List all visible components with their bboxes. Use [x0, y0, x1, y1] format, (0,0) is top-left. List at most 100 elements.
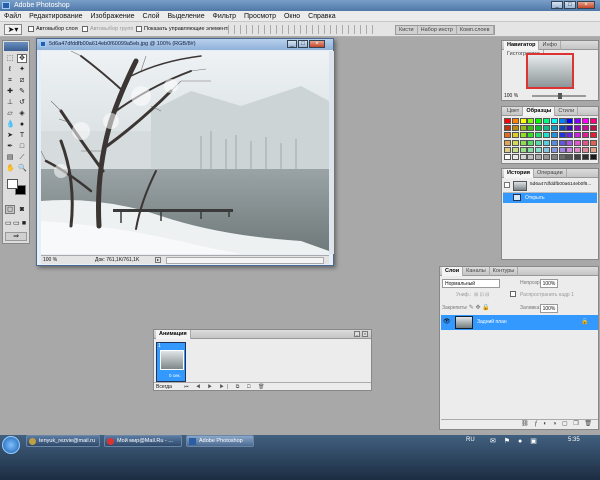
tab-navigator[interactable]: Навигатор: [504, 41, 540, 50]
color-swatch[interactable]: [504, 154, 511, 160]
color-swatch[interactable]: [511, 154, 519, 160]
tab-color[interactable]: Цвет: [504, 107, 524, 116]
color-swatch[interactable]: [589, 146, 597, 153]
color-swatch[interactable]: [550, 139, 558, 146]
color-swatch[interactable]: [519, 118, 527, 124]
hand-tool-icon[interactable]: ✋: [5, 164, 15, 173]
color-swatch[interactable]: [566, 139, 574, 146]
tray-icons[interactable]: ✉ ⚑ ● ▣: [490, 437, 540, 445]
pen-tool-icon[interactable]: ✒: [5, 142, 15, 151]
color-swatch[interactable]: [511, 139, 519, 146]
color-swatch[interactable]: [582, 118, 589, 124]
maximize-button[interactable]: □: [564, 1, 576, 9]
tab-paths[interactable]: Контуры: [490, 267, 519, 276]
color-swatch[interactable]: [589, 132, 597, 139]
history-snapshot[interactable]: 5d6a47dfddfb00a614eb0f6...: [503, 179, 597, 193]
color-swatch[interactable]: [574, 125, 582, 132]
animation-frame-1[interactable]: 1 0 сек.: [156, 342, 186, 382]
propagate-checkbox[interactable]: [510, 291, 516, 297]
color-swatch[interactable]: [527, 146, 535, 153]
frame-time[interactable]: 0 сек.: [169, 373, 181, 378]
move-tool-preset[interactable]: ➤▾: [4, 24, 22, 35]
color-swatch[interactable]: [566, 146, 574, 153]
loop-select[interactable]: Всегда: [156, 384, 172, 390]
menu-filter[interactable]: Фильтр: [213, 13, 237, 20]
color-swatch[interactable]: [527, 139, 535, 146]
type-tool-icon[interactable]: T: [17, 131, 27, 140]
color-swatch[interactable]: [550, 154, 558, 160]
menu-edit[interactable]: Редактирование: [29, 13, 82, 20]
screen-mode-full-icon[interactable]: ■: [20, 219, 28, 228]
history-brush-source-icon[interactable]: [504, 182, 510, 188]
navigator-zoom[interactable]: 100 %: [504, 93, 518, 99]
color-swatch[interactable]: [543, 139, 550, 146]
menu-file[interactable]: Файл: [4, 13, 21, 20]
tab-history[interactable]: История: [504, 169, 534, 178]
color-swatch[interactable]: [574, 139, 582, 146]
magic-wand-icon[interactable]: ✦: [17, 65, 27, 74]
screen-mode-standard-icon[interactable]: ▭: [4, 219, 12, 228]
align-buttons[interactable]: [228, 25, 378, 34]
healing-brush-icon[interactable]: ✚: [5, 87, 15, 96]
color-swatch[interactable]: [543, 125, 550, 132]
palette-well-tab-tool-presets[interactable]: Набор инстр: [418, 26, 457, 35]
lasso-tool-icon[interactable]: ℓ: [5, 65, 15, 74]
move-tool-icon[interactable]: ✥: [17, 54, 27, 63]
layer-row-background[interactable]: 👁 Задний план 🔒: [441, 315, 598, 330]
document-zoom[interactable]: 100 %: [43, 256, 57, 265]
playback-controls[interactable]: ⏮ ◀ ▶ ▶| ⧉ ▢ 🗑: [184, 383, 267, 391]
color-swatch[interactable]: [535, 154, 543, 160]
animation-minimize-button[interactable]: _: [354, 331, 360, 337]
opacity-input[interactable]: 100%: [540, 279, 558, 288]
autoselect-layer-checkbox[interactable]: [28, 25, 34, 32]
show-controls-checkbox[interactable]: [136, 25, 142, 32]
clock[interactable]: 5:35: [568, 437, 580, 443]
color-swatch[interactable]: [519, 132, 527, 139]
color-swatch[interactable]: [519, 146, 527, 153]
marquee-tool-icon[interactable]: ⬚: [5, 54, 15, 63]
color-swatch[interactable]: [535, 146, 543, 153]
color-swatch[interactable]: [550, 125, 558, 132]
layer-visibility-eye-icon[interactable]: 👁: [443, 318, 451, 326]
color-swatch[interactable]: [574, 132, 582, 139]
color-swatch[interactable]: [535, 118, 543, 124]
color-swatch[interactable]: [550, 132, 558, 139]
crop-tool-icon[interactable]: ⌗: [5, 76, 15, 85]
color-swatch[interactable]: [543, 118, 550, 124]
close-button[interactable]: ×: [577, 1, 595, 9]
tab-animation[interactable]: Анимация: [156, 330, 191, 339]
foreground-color-swatch[interactable]: [7, 179, 18, 189]
document-close-button[interactable]: ×: [309, 40, 325, 48]
color-swatch[interactable]: [574, 146, 582, 153]
color-swatch[interactable]: [574, 118, 582, 124]
language-indicator[interactable]: RU: [466, 437, 475, 443]
tab-info[interactable]: Инфо: [539, 41, 562, 50]
eyedropper-icon[interactable]: ⟋: [17, 153, 27, 162]
color-swatch[interactable]: [511, 132, 519, 139]
menu-help[interactable]: Справка: [308, 13, 335, 20]
color-swatch[interactable]: [511, 125, 519, 132]
horizontal-scrollbar[interactable]: [166, 257, 324, 264]
menu-window[interactable]: Окно: [284, 13, 300, 20]
color-swatch[interactable]: [543, 132, 550, 139]
menu-layer[interactable]: Слой: [143, 13, 160, 20]
color-swatch[interactable]: [535, 139, 543, 146]
color-swatch[interactable]: [511, 118, 519, 124]
navigator-slider-thumb[interactable]: [558, 93, 562, 99]
screen-mode-menu-icon[interactable]: ▭: [12, 219, 20, 228]
color-swatch[interactable]: [543, 154, 550, 160]
vertical-scrollbar[interactable]: [329, 51, 334, 254]
clone-stamp-icon[interactable]: ⊥: [5, 98, 15, 107]
color-swatch[interactable]: [504, 139, 511, 146]
palette-well-tab-brushes[interactable]: Кисти: [396, 26, 418, 35]
blur-tool-icon[interactable]: 💧: [5, 120, 15, 129]
fill-input[interactable]: 100%: [540, 304, 558, 313]
color-swatch[interactable]: [504, 146, 511, 153]
color-swatch[interactable]: [558, 118, 566, 124]
swatch-grid[interactable]: [504, 118, 598, 162]
brush-tool-icon[interactable]: ✎: [17, 87, 27, 96]
color-swatch[interactable]: [543, 146, 550, 153]
layers-footer-buttons[interactable]: ⛓ ƒ ◐ ◑ ▢ ❐ 🗑: [441, 419, 598, 429]
color-swatch[interactable]: [589, 125, 597, 132]
image-canvas[interactable]: [41, 51, 329, 254]
